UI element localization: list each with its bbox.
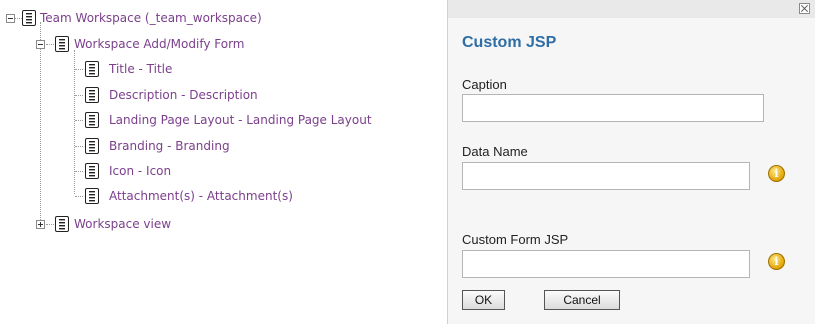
tree-connector — [74, 50, 75, 194]
dialog-title: Custom JSP — [462, 34, 557, 51]
document-icon — [85, 138, 99, 154]
data-name-label: Data Name — [462, 144, 528, 159]
tree-panel: Team Workspace (_team_workspace) Workspa… — [0, 0, 440, 324]
tree-item-description[interactable]: Description - Description — [109, 87, 258, 103]
data-name-input[interactable] — [462, 162, 750, 190]
close-icon[interactable] — [799, 3, 810, 14]
info-icon[interactable]: i — [768, 253, 785, 270]
tree-item-title[interactable]: Title - Title — [109, 61, 172, 77]
collapse-icon[interactable] — [36, 40, 45, 49]
document-icon — [85, 163, 99, 179]
info-icon[interactable]: i — [768, 165, 785, 182]
tree-item-icon[interactable]: Icon - Icon — [109, 163, 171, 179]
collapse-icon[interactable] — [6, 14, 15, 23]
document-icon — [85, 188, 99, 204]
tree-connector — [46, 224, 54, 225]
tree-item-attachments[interactable]: Attachment(s) - Attachment(s) — [109, 188, 293, 204]
tree-connector — [75, 95, 83, 96]
custom-jsp-dialog: Custom JSP Caption Data Name i Custom Fo… — [447, 0, 815, 324]
tree-connector — [14, 18, 22, 19]
custom-form-jsp-label: Custom Form JSP — [462, 232, 569, 247]
document-icon — [22, 10, 36, 26]
tree-connector — [40, 22, 41, 226]
document-icon — [55, 216, 69, 232]
custom-form-jsp-input[interactable] — [462, 250, 750, 278]
tree-connector — [75, 69, 83, 70]
tree-item-add-modify-form[interactable]: Workspace Add/Modify Form — [74, 36, 244, 52]
tree-item-workspace-view[interactable]: Workspace view — [74, 216, 171, 232]
dialog-titlebar — [448, 0, 815, 18]
document-icon — [55, 36, 69, 52]
tree-item-team-workspace[interactable]: Team Workspace (_team_workspace) — [40, 10, 262, 26]
cancel-button[interactable]: Cancel — [544, 290, 620, 310]
expand-icon[interactable] — [36, 220, 45, 229]
caption-label: Caption — [462, 77, 507, 92]
tree-connector — [75, 171, 83, 172]
tree-connector — [46, 44, 54, 45]
tree-item-branding[interactable]: Branding - Branding — [109, 138, 230, 154]
tree-item-landing-page-layout[interactable]: Landing Page Layout - Landing Page Layou… — [109, 112, 372, 128]
tree-connector — [75, 120, 83, 121]
caption-input[interactable] — [462, 94, 764, 122]
document-icon — [85, 87, 99, 103]
ok-button[interactable]: OK — [462, 290, 505, 310]
document-icon — [85, 112, 99, 128]
tree-connector — [75, 146, 83, 147]
document-icon — [85, 61, 99, 77]
tree-connector — [75, 196, 83, 197]
